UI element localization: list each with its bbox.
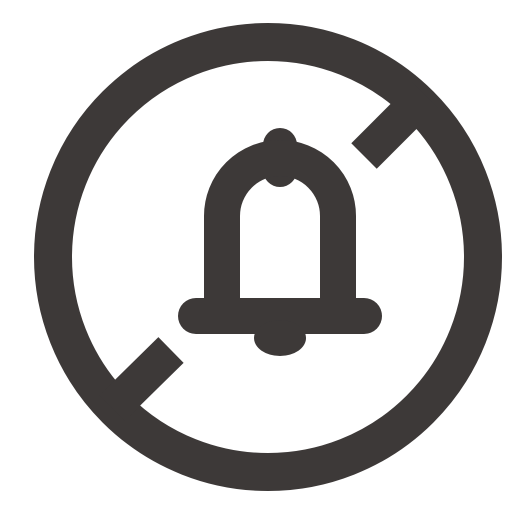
notifications-off-icon xyxy=(0,0,512,512)
slash-upper-segment xyxy=(351,82,438,169)
slash-lower-segment xyxy=(99,337,184,421)
icon-canvas xyxy=(0,0,512,512)
bell-clapper xyxy=(254,320,306,356)
